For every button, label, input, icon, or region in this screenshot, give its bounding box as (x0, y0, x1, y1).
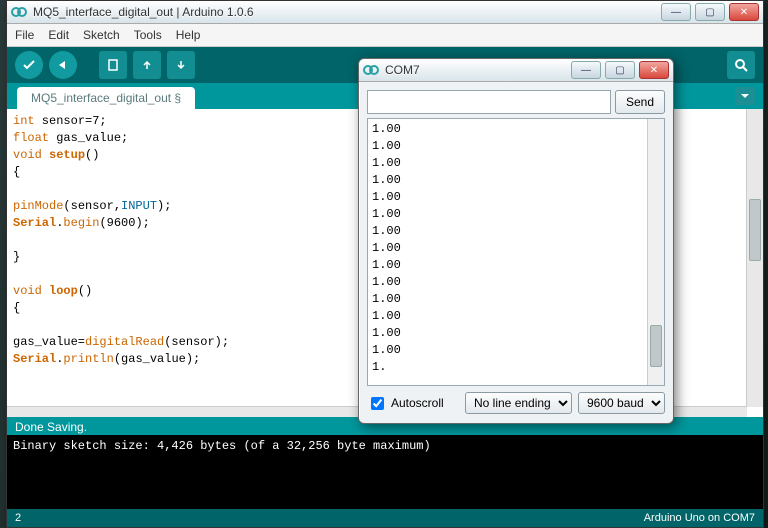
editor-vertical-scrollbar[interactable] (746, 109, 763, 407)
menu-bar: File Edit Sketch Tools Help (7, 24, 763, 47)
minimize-button[interactable]: — (661, 3, 691, 21)
upload-button[interactable] (49, 51, 77, 79)
menu-tools[interactable]: Tools (134, 28, 162, 42)
menu-help[interactable]: Help (176, 28, 201, 42)
close-button[interactable]: ✕ (729, 3, 759, 21)
tab-menu-button[interactable] (735, 87, 755, 105)
maximize-button[interactable]: ▢ (695, 3, 725, 21)
arduino-logo-icon (363, 62, 379, 78)
footer-board-port: Arduino Uno on COM7 (644, 512, 755, 524)
open-button[interactable] (133, 51, 161, 79)
serial-maximize-button[interactable]: ▢ (605, 61, 635, 79)
arduino-logo-icon (11, 4, 27, 20)
serial-input[interactable] (367, 90, 611, 114)
console-output: Binary sketch size: 4,426 bytes (of a 32… (7, 435, 763, 509)
footer-line-number: 2 (15, 512, 21, 524)
verify-button[interactable] (15, 51, 43, 79)
send-button[interactable]: Send (615, 90, 665, 114)
new-button[interactable] (99, 51, 127, 79)
autoscroll-checkbox[interactable]: Autoscroll (367, 394, 444, 413)
menu-sketch[interactable]: Sketch (83, 28, 120, 42)
baud-rate-select[interactable]: 9600 baud (578, 392, 665, 414)
serial-title: COM7 (385, 63, 571, 77)
serial-monitor-button[interactable] (727, 51, 755, 79)
menu-edit[interactable]: Edit (48, 28, 69, 42)
save-button[interactable] (167, 51, 195, 79)
serial-titlebar[interactable]: COM7 — ▢ ✕ (359, 59, 673, 82)
serial-close-button[interactable]: ✕ (639, 61, 669, 79)
serial-minimize-button[interactable]: — (571, 61, 601, 79)
line-ending-select[interactable]: No line ending (465, 392, 572, 414)
ide-title: MQ5_interface_digital_out | Arduino 1.0.… (33, 5, 661, 19)
serial-scrollbar[interactable] (647, 119, 664, 385)
serial-output[interactable]: 1.00 1.00 1.00 1.00 1.00 1.00 1.00 1.00 … (367, 118, 665, 386)
sketch-tab[interactable]: MQ5_interface_digital_out § (17, 87, 195, 109)
footer-bar: 2 Arduino Uno on COM7 (7, 509, 763, 527)
menu-file[interactable]: File (15, 28, 34, 42)
ide-titlebar[interactable]: MQ5_interface_digital_out | Arduino 1.0.… (7, 1, 763, 24)
serial-monitor-window: COM7 — ▢ ✕ Send 1.00 1.00 1.00 1.00 1.00… (358, 58, 674, 424)
